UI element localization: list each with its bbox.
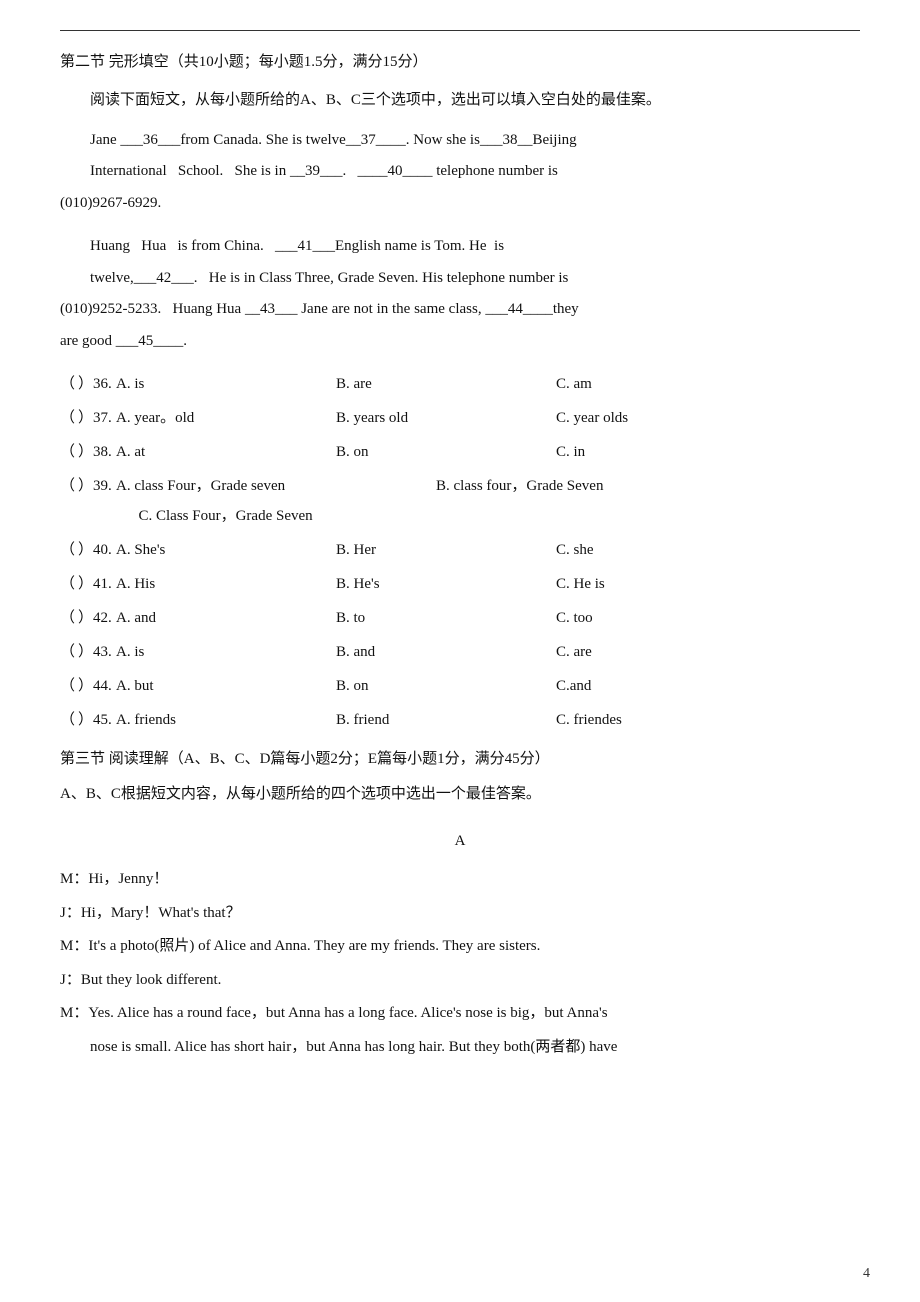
passage2: Huang Hua is from China. ___41___English…: [60, 231, 860, 357]
page-number: 4: [863, 1266, 870, 1282]
passage1-line2: International School. She is in __39___.…: [60, 156, 860, 188]
passage2-line1: Huang Hua is from China. ___41___English…: [60, 231, 860, 263]
top-divider: [60, 30, 860, 31]
passage1-line3: (010)9267-6929.: [60, 188, 860, 220]
dialogue-line-4: J：But they look different.: [60, 965, 860, 997]
section3-instruction: A、B、C根据短文内容，从每小题所给的四个选项中选出一个最佳答案。: [60, 780, 860, 809]
passage2-line3: (010)9252-5233. Huang Hua __43___ Jane a…: [60, 294, 860, 326]
question-list: （ ）36. A. is B. are C. am （ ）37. A. year…: [60, 369, 860, 735]
dialogue-line-5: M：Yes. Alice has a round face，but Anna h…: [60, 998, 860, 1030]
question-37: （ ）37. A. year。old B. years old C. year …: [60, 403, 860, 433]
question-40: （ ）40. A. She's B. Her C. she: [60, 535, 860, 565]
question-36: （ ）36. A. is B. are C. am: [60, 369, 860, 399]
question-42: （ ）42. A. and B. to C. too: [60, 603, 860, 633]
question-44: （ ）44. A. but B. on C.and: [60, 671, 860, 701]
dialogue-line-2: J：Hi，Mary！What's that？: [60, 898, 860, 930]
passage2-line4: are good ___45____.: [60, 326, 860, 358]
section3-title: 第三节 阅读理解（A、B、C、D篇每小题2分；E篇每小题1分，满分45分）: [60, 745, 860, 774]
section2-instruction: 阅读下面短文，从每小题所给的A、B、C三个选项中，选出可以填入空白处的最佳案。: [60, 86, 860, 115]
dialogue-line-3: M：It's a photo(照片) of Alice and Anna. Th…: [60, 931, 860, 963]
dialogue-line-6: nose is small. Alice has short hair，but …: [60, 1032, 860, 1064]
section2-title: 第二节 完形填空（共10小题；每小题1.5分，满分15分）: [60, 49, 860, 76]
passage2-line2: twelve,___42___. He is in Class Three, G…: [60, 263, 860, 295]
dialogue: M：Hi，Jenny！ J：Hi，Mary！What's that？ M：It'…: [60, 864, 860, 1063]
question-43: （ ）43. A. is B. and C. are: [60, 637, 860, 667]
question-38: （ ）38. A. at B. on C. in: [60, 437, 860, 467]
dialogue-line-1: M：Hi，Jenny！: [60, 864, 860, 896]
question-45: （ ）45. A. friends B. friend C. friendes: [60, 705, 860, 735]
question-39: （ ）39. A. class Four，Grade seven B. clas…: [60, 471, 860, 531]
passage1-line1: Jane ___36___from Canada. She is twelve_…: [60, 125, 860, 157]
passage-label-a: A: [60, 826, 860, 856]
question-41: （ ）41. A. His B. He's C. He is: [60, 569, 860, 599]
passage1: Jane ___36___from Canada. She is twelve_…: [60, 125, 860, 220]
page: 第二节 完形填空（共10小题；每小题1.5分，满分15分） 阅读下面短文，从每小…: [0, 0, 920, 1302]
